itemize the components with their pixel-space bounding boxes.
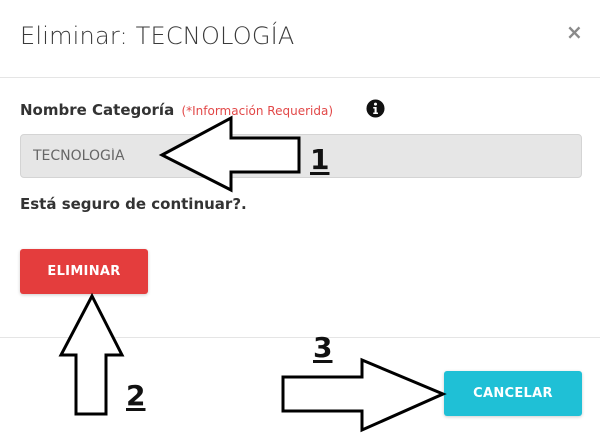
delete-category-dialog: Eliminar: TECNOLOGÍA × Nombre Categoría … — [0, 0, 600, 446]
info-circle-icon[interactable] — [366, 99, 385, 118]
annotation-number-3: 3 — [313, 331, 333, 364]
category-name-input[interactable] — [20, 134, 582, 178]
category-name-label: Nombre Categoría (*Información Requerida… — [20, 101, 333, 119]
cancel-button[interactable]: CANCELAR — [444, 371, 582, 416]
annotation-number-1: 1 — [310, 143, 330, 176]
close-icon[interactable]: × — [566, 22, 583, 42]
footer-divider — [0, 337, 600, 338]
confirm-question: Está seguro de continuar?. — [20, 195, 247, 213]
delete-button[interactable]: ELIMINAR — [20, 249, 148, 294]
annotation-number-2: 2 — [126, 379, 146, 412]
dialog-title: Eliminar: TECNOLOGÍA — [20, 22, 295, 50]
arrow-right-annotation — [281, 357, 447, 433]
dialog-header: Eliminar: TECNOLOGÍA × — [0, 0, 600, 78]
required-note: (*Información Requerida) — [181, 104, 333, 118]
arrow-up-annotation — [58, 292, 125, 416]
category-name-label-text: Nombre Categoría — [20, 101, 175, 119]
